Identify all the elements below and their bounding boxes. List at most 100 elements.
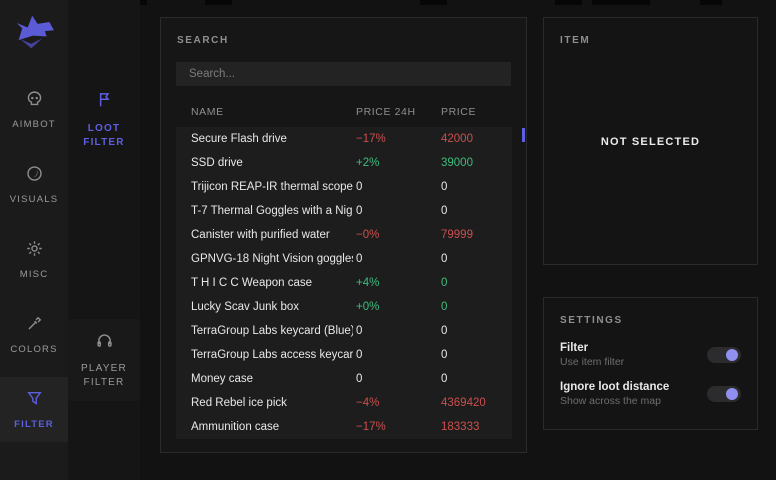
item-name: T H I C C Weapon case [191, 271, 353, 295]
toggle-ignore-loot-distance[interactable] [707, 386, 741, 402]
background-artifact [555, 0, 582, 5]
item-change-24h: −4% [356, 391, 379, 415]
item-price: 39000 [441, 151, 473, 175]
background-artifact [205, 0, 232, 5]
filter-subnav: LOOT FILTER PLAYER FILTER [68, 0, 140, 480]
item-price: 0 [441, 175, 447, 199]
table-row[interactable]: Lucky Scav Junk box +0% 0 [176, 295, 512, 319]
loot-filter-screen: { "colors": { "accent": "#5e5fe0", "acce… [0, 0, 776, 480]
search-section-title: SEARCH [177, 35, 229, 46]
item-name: SSD drive [191, 151, 353, 175]
item-table: Secure Flash drive −17% 42000 SSD drive … [176, 127, 512, 439]
subnav-item-player-filter[interactable]: PLAYER FILTER [68, 319, 140, 401]
table-row[interactable]: TerraGroup Labs keycard (Blue) 0 0 [176, 319, 512, 343]
table-row[interactable]: Trijicon REAP-IR thermal scope 0 0 [176, 175, 512, 199]
item-name: TerraGroup Labs access keycard [191, 343, 353, 367]
app-logo [0, 0, 68, 51]
column-header-name: NAME [191, 106, 224, 118]
funnel-icon [26, 390, 43, 408]
item-name: Canister with purified water [191, 223, 353, 247]
sidebar-nav: AIMBOT VISUALS MISC COLORS FILTER [0, 77, 68, 442]
table-row[interactable]: Money case 0 0 [176, 367, 512, 391]
table-row[interactable]: Canister with purified water −0% 79999 [176, 223, 512, 247]
item-name: Money case [191, 367, 353, 391]
item-price: 0 [441, 247, 447, 271]
item-price: 0 [441, 367, 447, 391]
table-header: NAME PRICE 24H PRICE [176, 106, 511, 122]
column-header-price24h: PRICE 24H [356, 106, 416, 118]
table-row[interactable]: SSD drive +2% 39000 [176, 151, 512, 175]
table-row[interactable]: T-7 Thermal Goggles with a Night 0 0 [176, 199, 512, 223]
item-change-24h: 0 [356, 319, 362, 343]
setting-label: Filter [560, 342, 624, 354]
item-name: Ammunition case [191, 415, 353, 439]
subnav-item-loot-filter[interactable]: LOOT FILTER [68, 78, 140, 161]
item-change-24h: −17% [356, 127, 386, 151]
item-change-24h: +4% [356, 271, 379, 295]
settings-panel-title: SETTINGS [560, 315, 741, 326]
item-panel-title: ITEM [560, 35, 590, 46]
background-artifact [700, 0, 722, 5]
setting-description: Use item filter [560, 356, 624, 368]
item-price: 4369420 [441, 391, 486, 415]
item-price: 0 [441, 319, 447, 343]
sidebar-item-colors[interactable]: COLORS [0, 302, 68, 367]
table-row[interactable]: Red Rebel ice pick −4% 4369420 [176, 391, 512, 415]
skull-icon [26, 90, 43, 108]
settings-list: Filter Use item filter Ignore loot dista… [560, 342, 741, 407]
item-name: Trijicon REAP-IR thermal scope [191, 175, 353, 199]
item-name: TerraGroup Labs keycard (Blue) [191, 319, 353, 343]
item-name: T-7 Thermal Goggles with a Night [191, 199, 353, 223]
item-change-24h: 0 [356, 199, 362, 223]
item-empty-state: NOT SELECTED [544, 136, 757, 148]
item-price: 0 [441, 343, 447, 367]
setting-row-filter: Filter Use item filter [560, 342, 741, 368]
item-price: 0 [441, 295, 447, 319]
setting-text: Ignore loot distance Show across the map [560, 381, 669, 407]
item-name: Red Rebel ice pick [191, 391, 353, 415]
item-change-24h: −0% [356, 223, 379, 247]
item-change-24h: +0% [356, 295, 379, 319]
table-row[interactable]: Ammunition case −17% 183333 [176, 415, 512, 439]
sidebar-item-visuals[interactable]: VISUALS [0, 152, 68, 217]
scrollbar-thumb[interactable] [522, 128, 525, 142]
item-price: 0 [441, 199, 447, 223]
gear-icon [26, 240, 43, 258]
eyedropper-icon [26, 315, 43, 333]
sidebar-item-aimbot[interactable]: AIMBOT [0, 77, 68, 142]
background-artifact [420, 0, 447, 5]
item-price: 79999 [441, 223, 473, 247]
table-row[interactable]: Secure Flash drive −17% 42000 [176, 127, 512, 151]
table-row[interactable]: GPNVG-18 Night Vision goggles 0 0 [176, 247, 512, 271]
setting-description: Show across the map [560, 395, 669, 407]
settings-panel: SETTINGS Filter Use item filter Ignore l… [543, 297, 758, 430]
toggle-knob [726, 349, 738, 361]
item-price: 42000 [441, 127, 473, 151]
table-row[interactable]: T H I C C Weapon case +4% 0 [176, 271, 512, 295]
background-artifact [592, 0, 650, 5]
column-header-price: PRICE [441, 106, 476, 118]
toggle-knob [726, 388, 738, 400]
item-name: Lucky Scav Junk box [191, 295, 353, 319]
setting-label: Ignore loot distance [560, 381, 669, 393]
flag-icon [95, 96, 113, 113]
sidebar-item-misc[interactable]: MISC [0, 227, 68, 292]
item-change-24h: 0 [356, 367, 362, 391]
item-name: Secure Flash drive [191, 127, 353, 151]
item-change-24h: +2% [356, 151, 379, 175]
setting-row-ignore-loot-distance: Ignore loot distance Show across the map [560, 381, 741, 407]
item-price: 183333 [441, 415, 479, 439]
item-name: GPNVG-18 Night Vision goggles [191, 247, 353, 271]
item-change-24h: 0 [356, 175, 362, 199]
wolf-logo-icon [12, 13, 56, 51]
table-row[interactable]: TerraGroup Labs access keycard 0 0 [176, 343, 512, 367]
search-panel: SEARCH NAME PRICE 24H PRICE Secure Flash… [160, 17, 527, 453]
headphones-icon [95, 336, 114, 353]
setting-text: Filter Use item filter [560, 342, 624, 368]
sidebar-item-filter[interactable]: FILTER [0, 377, 68, 442]
search-input[interactable] [176, 62, 511, 86]
toggle-filter[interactable] [707, 347, 741, 363]
item-change-24h: 0 [356, 247, 362, 271]
item-panel: ITEM NOT SELECTED [543, 17, 758, 265]
item-change-24h: 0 [356, 343, 362, 367]
